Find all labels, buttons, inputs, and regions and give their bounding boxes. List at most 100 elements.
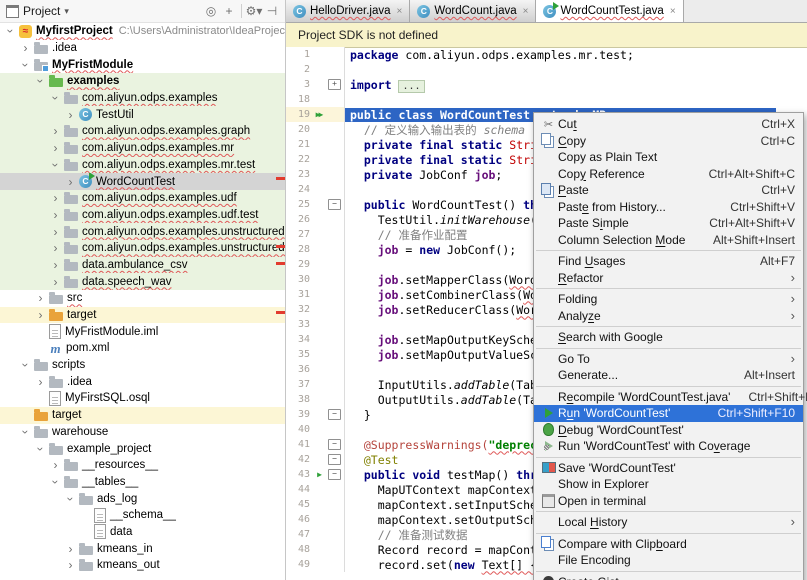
fold-collapse-icon[interactable]: − [328,439,341,450]
menu-item[interactable]: Compare with Clipboard [534,536,803,553]
chevron-collapsed-icon[interactable]: › [49,243,62,253]
tree-item[interactable]: ›com.aliyun.odps.examples.udf [0,190,285,207]
chevron-collapsed-icon[interactable]: › [19,43,32,53]
menu-item[interactable]: Local History› [534,514,803,531]
chevron-collapsed-icon[interactable]: › [64,110,77,120]
menu-item[interactable]: Go To› [534,351,803,368]
menu-item[interactable]: Folding› [534,291,803,308]
tree-item[interactable]: ›examples [0,73,285,90]
menu-item[interactable]: Column Selection ModeAlt+Shift+Insert [534,232,803,249]
chevron-expanded-icon[interactable]: › [51,158,61,171]
menu-item[interactable]: Copy ReferenceCtrl+Alt+Shift+C [534,166,803,183]
tree-item[interactable]: ›MyFristModule.iml [0,323,285,340]
fold-collapse-icon[interactable]: − [328,469,341,480]
menu-item[interactable]: Refactor› [534,270,803,287]
chevron-expanded-icon[interactable]: › [51,475,61,488]
tree-item[interactable]: ›com.aliyun.odps.examples.mr [0,140,285,157]
tree-item[interactable]: ›com.aliyun.odps.examples.mr.test [0,157,285,174]
menu-item[interactable]: Show in Explorer [534,476,803,493]
editor-tab[interactable]: WordCount.java× [410,0,536,22]
tree-item[interactable]: ›com.aliyun.odps.examples.udf.test [0,207,285,224]
tree-item[interactable]: ›data.speech_wav [0,273,285,290]
menu-item[interactable]: Generate...Alt+Insert [534,367,803,384]
menu-item[interactable]: Analyze› [534,308,803,325]
menu-item[interactable]: Debug 'WordCountTest' [534,422,803,439]
chevron-collapsed-icon[interactable]: › [34,377,47,387]
menu-item[interactable]: Paste from History...Ctrl+Shift+V [534,199,803,216]
tree-item[interactable]: ›example_project [0,440,285,457]
menu-item[interactable]: CopyCtrl+C [534,133,803,150]
menu-item[interactable]: Open in terminal [534,493,803,510]
tab-close-icon[interactable]: × [523,6,529,17]
chevron-expanded-icon[interactable]: › [36,75,46,88]
fold-collapse-icon[interactable]: − [328,199,341,210]
chevron-expanded-icon[interactable]: › [36,442,46,455]
settings-icon[interactable]: ⚙▾ [245,4,263,18]
fold-expand-icon[interactable]: + [328,79,341,90]
chevron-collapsed-icon[interactable]: › [64,544,77,554]
tree-item[interactable]: ›MyFristModule [0,56,285,73]
tree-item[interactable]: ›__resources__ [0,457,285,474]
chevron-collapsed-icon[interactable]: › [34,310,47,320]
chevron-expanded-icon[interactable]: › [66,492,76,505]
tree-item[interactable]: ›ads_log [0,490,285,507]
tree-item[interactable]: ›MyfirstProjectC:\Users\Administrator\Id… [0,23,285,40]
tree-item[interactable]: ›MyFirstSQL.osql [0,390,285,407]
tab-close-icon[interactable]: × [397,6,403,17]
menu-item[interactable]: File Encoding [534,552,803,569]
hide-panel-icon[interactable]: ⊣ [263,4,281,18]
chevron-collapsed-icon[interactable]: › [34,293,47,303]
tree-item[interactable]: ›warehouse [0,424,285,441]
tree-item[interactable]: ›com.aliyun.odps.examples.unstructured.t… [0,240,285,257]
menu-item[interactable]: Save 'WordCountTest' [534,460,803,477]
editor-tab[interactable]: WordCountTest.java× [536,0,683,22]
tree-item[interactable]: ›scripts [0,357,285,374]
run-method-icon[interactable]: ▶ [310,470,327,479]
fold-collapse-icon[interactable]: − [328,409,341,420]
chevron-expanded-icon[interactable]: › [6,25,16,38]
tree-item[interactable]: ›.idea [0,373,285,390]
run-class-icon[interactable]: ▶▶ [310,110,327,119]
chevron-expanded-icon[interactable]: › [21,359,31,372]
chevron-expanded-icon[interactable]: › [51,92,61,105]
chevron-collapsed-icon[interactable]: › [49,210,62,220]
tree-item[interactable]: ›kmeans_out [0,557,285,574]
tree-item[interactable]: ›com.aliyun.odps.examples.unstructured [0,223,285,240]
tree-item[interactable]: ›target [0,307,285,324]
menu-item[interactable]: Copy as Plain Text [534,149,803,166]
chevron-collapsed-icon[interactable]: › [49,277,62,287]
tree-item[interactable]: ›__tables__ [0,474,285,491]
menu-item[interactable]: Run 'WordCountTest' with Coverage [534,438,803,455]
code-line[interactable]: 1▶−package com.aliyun.odps.examples.mr.t… [286,47,807,62]
code-line[interactable]: 3▶+import ... [286,77,807,92]
tree-item[interactable]: ›TestUtil [0,106,285,123]
menu-item[interactable]: ✂CutCtrl+X [534,116,803,133]
tree-item[interactable]: ›WordCountTest [0,173,285,190]
menu-item[interactable]: Paste SimpleCtrl+Alt+Shift+V [534,215,803,232]
tree-item[interactable]: ›target [0,407,285,424]
menu-item[interactable]: Search with Google [534,329,803,346]
chevron-expanded-icon[interactable]: › [21,58,31,71]
menu-item[interactable]: Recompile 'WordCountTest.java'Ctrl+Shift… [534,389,803,406]
menu-item[interactable]: Create Gist... [534,574,803,580]
chevron-collapsed-icon[interactable]: › [49,460,62,470]
chevron-collapsed-icon[interactable]: › [49,193,62,203]
editor-tab[interactable]: HelloDriver.java× [286,0,410,22]
menu-item[interactable]: Run 'WordCountTest'Ctrl+Shift+F10 [534,405,803,422]
code-line[interactable]: 18▶− [286,92,807,107]
chevron-expanded-icon[interactable]: › [21,425,31,438]
chevron-collapsed-icon[interactable]: › [64,177,77,187]
panel-caret-icon[interactable]: ▾ [64,6,69,17]
tree-item[interactable]: ›.idea [0,40,285,57]
tree-item[interactable]: ›com.aliyun.odps.examples.graph [0,123,285,140]
tree-item[interactable]: ›data.ambulance_csv [0,257,285,274]
tree-item[interactable]: ›data [0,524,285,541]
tab-close-icon[interactable]: × [670,6,676,17]
tree-item[interactable]: ›__schema__ [0,507,285,524]
tree-item[interactable]: ›pom.xml [0,340,285,357]
chevron-collapsed-icon[interactable]: › [49,143,62,153]
code-line[interactable]: 2▶− [286,62,807,77]
panel-title[interactable]: Project [23,4,60,18]
locate-icon[interactable]: ◎ [202,4,220,18]
menu-item[interactable]: PasteCtrl+V [534,182,803,199]
